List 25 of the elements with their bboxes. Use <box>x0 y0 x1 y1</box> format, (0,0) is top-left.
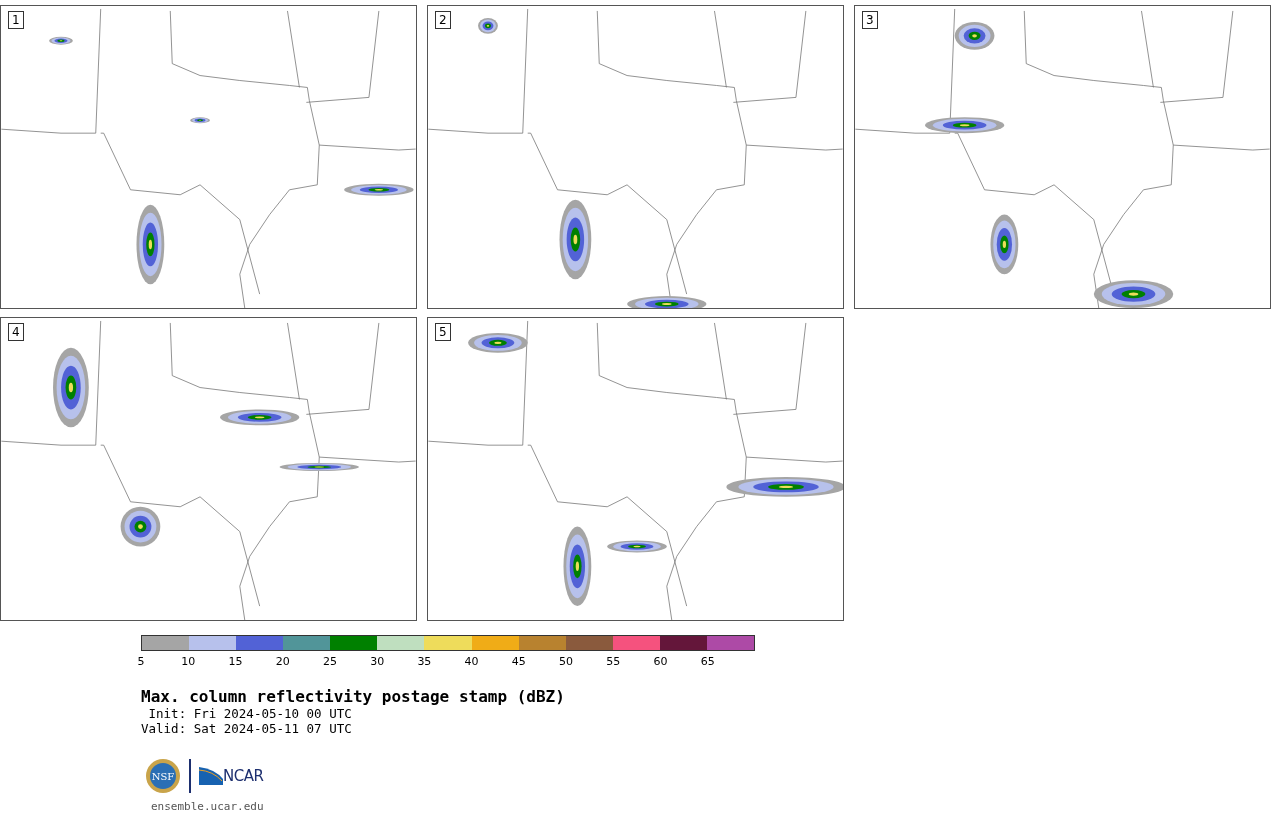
website-url: ensemble.ucar.edu <box>151 800 265 813</box>
panel-number: 5 <box>435 323 451 341</box>
colorbar-tick-label: 5 <box>137 655 145 668</box>
panel-number: 4 <box>8 323 24 341</box>
nsf-logo: NSF <box>145 758 181 794</box>
valid-time: Valid: Sat 2024-05-11 07 UTC <box>141 721 353 736</box>
colorbar-tick-label: 50 <box>559 655 574 668</box>
panel-number: 1 <box>8 11 24 29</box>
colorbar-tick-label: 55 <box>606 655 621 668</box>
init-time: Init: Fri 2024-05-10 00 UTC <box>147 706 353 721</box>
chart-title: Max. column reflectivity postage stamp (dBZ) <box>141 687 566 706</box>
colorbar-tick-label: 35 <box>417 655 432 668</box>
colorbar-tick-label: 65 <box>700 655 715 668</box>
panel-number: 2 <box>435 11 451 29</box>
colorbar-tick-label: 45 <box>511 655 526 668</box>
colorbar-tick-label: 15 <box>228 655 243 668</box>
colorbar-tick-label: 20 <box>275 655 290 668</box>
divider-line-icon <box>189 759 191 793</box>
colorbar-tick-label: 10 <box>181 655 196 668</box>
panel-number: 3 <box>862 11 878 29</box>
colorbar-tick-label: 25 <box>322 655 337 668</box>
colorbar-tick-label: 40 <box>464 655 479 668</box>
ncar-logo: NCAR <box>199 767 264 785</box>
colorbar-tick-label: 60 <box>653 655 668 668</box>
colorbar-tick-label: 30 <box>370 655 385 668</box>
